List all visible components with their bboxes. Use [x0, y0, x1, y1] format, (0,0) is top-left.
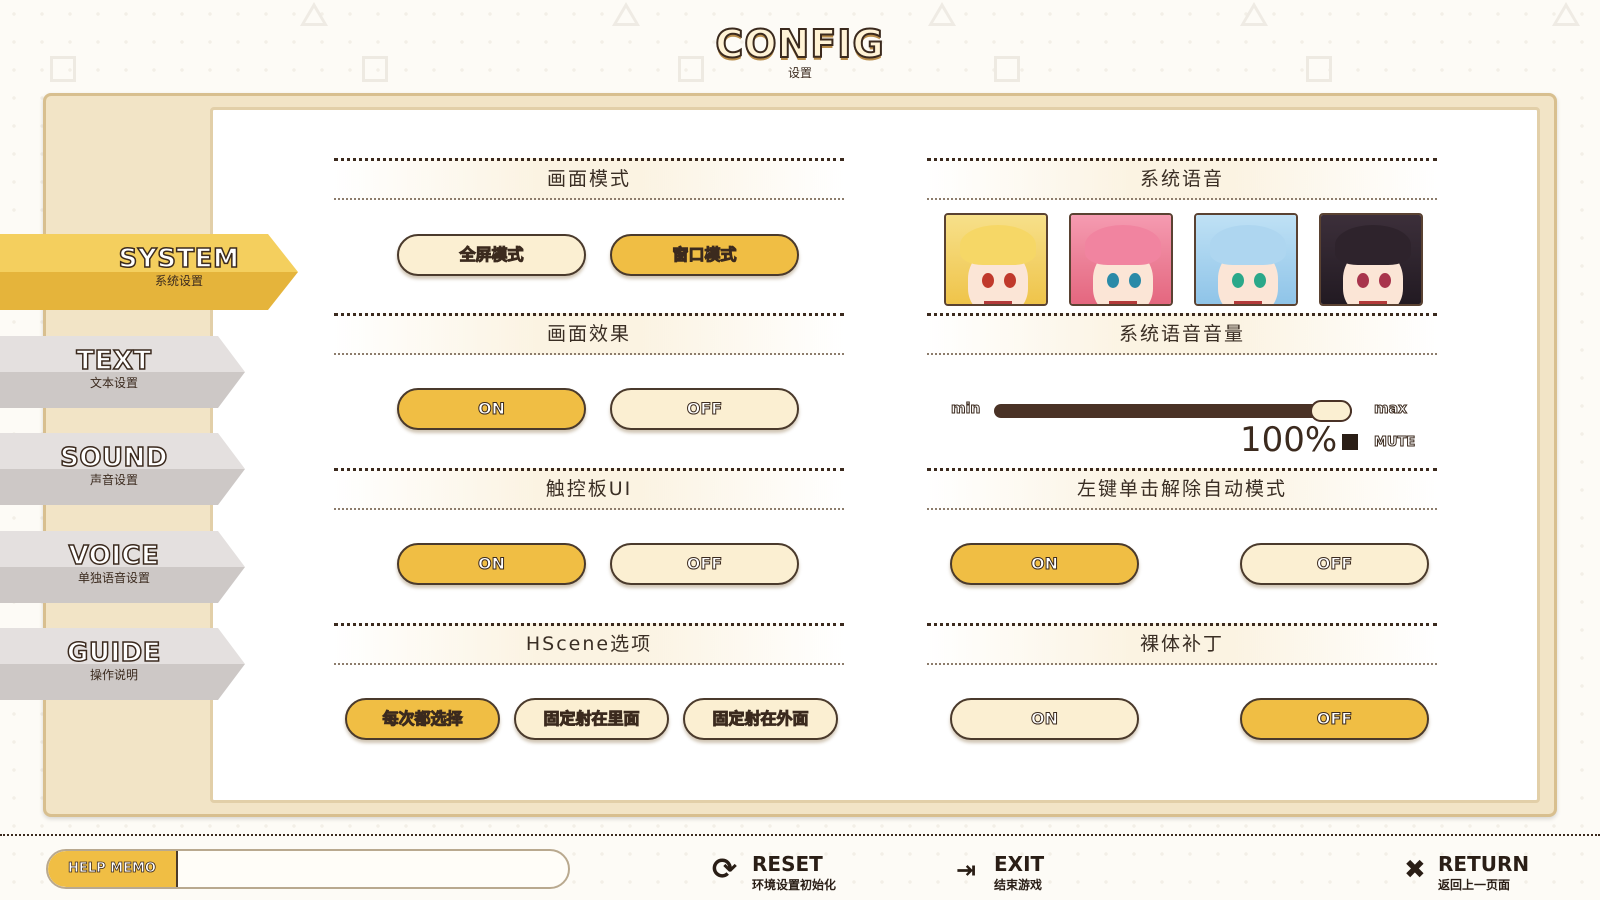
- help-memo-label: HELP MEMO: [48, 851, 178, 887]
- volume-min-label: min: [950, 401, 981, 418]
- hscene-fixed-outside-button[interactable]: 固定射在外面: [683, 698, 838, 740]
- voice-volume-slider[interactable]: [994, 404, 1352, 418]
- section-screen-effect: 画面效果: [334, 313, 844, 355]
- left-click-auto-off-button[interactable]: OFF: [1240, 543, 1429, 585]
- touchpad-ui-off-button[interactable]: OFF: [610, 543, 799, 585]
- hscene-always-choose-button[interactable]: 每次都选择: [345, 698, 500, 740]
- return-sublabel: 返回上一页面: [1438, 878, 1511, 892]
- page-subtitle: 设置: [787, 66, 812, 80]
- page-title: CONFIG: [714, 21, 885, 67]
- tab-sublabel: 单独语音设置: [77, 571, 150, 585]
- voice-volume-slider-handle[interactable]: [1310, 400, 1352, 422]
- page-header: CONFIG 设置: [0, 21, 1600, 81]
- tab-label: TEXT: [76, 345, 152, 377]
- tab-label: GUIDE: [66, 637, 161, 669]
- screen-effect-on-button[interactable]: ON: [397, 388, 586, 430]
- return-button[interactable]: ✖ RETURN 返回上一页面: [1404, 852, 1534, 892]
- mute-checkbox[interactable]: [1342, 434, 1358, 450]
- bottom-divider: [0, 834, 1600, 836]
- black-hair-character-portrait[interactable]: [1319, 213, 1423, 306]
- section-system-voice-volume: 系统语音音量: [927, 313, 1437, 355]
- section-nude-patch: 裸体补丁: [927, 623, 1437, 665]
- section-hscene-options: HScene选项: [334, 623, 844, 665]
- reset-icon: ⟳: [712, 852, 738, 887]
- volume-max-label: max: [1373, 401, 1408, 418]
- tab-sound[interactable]: SOUND 声音设置: [0, 433, 245, 505]
- reset-sublabel: 环境设置初始化: [752, 878, 837, 892]
- exit-sublabel: 结束游戏: [994, 878, 1043, 892]
- exit-label: EXIT: [994, 852, 1045, 876]
- section-touchpad-ui: 触控板UI: [334, 468, 844, 510]
- screen-effect-off-button[interactable]: OFF: [610, 388, 799, 430]
- tab-label: VOICE: [68, 540, 160, 572]
- blue-hair-character-portrait[interactable]: [1194, 213, 1298, 306]
- fullscreen-mode-button[interactable]: 全屏模式: [397, 234, 586, 276]
- section-system-voice: 系统语音: [927, 158, 1437, 200]
- reset-label: RESET: [752, 852, 823, 876]
- tab-label: SOUND: [59, 442, 168, 474]
- volume-percent: 100%: [1240, 420, 1338, 460]
- window-mode-button[interactable]: 窗口模式: [610, 234, 799, 276]
- mute-label: MUTE: [1373, 435, 1416, 451]
- hscene-fixed-inside-button[interactable]: 固定射在里面: [514, 698, 669, 740]
- return-label: RETURN: [1438, 852, 1530, 876]
- help-memo-box: HELP MEMO: [46, 849, 570, 889]
- tab-system[interactable]: SYSTEM 系统设置: [0, 234, 298, 310]
- tab-sublabel: 声音设置: [89, 473, 138, 487]
- pink-hair-character-portrait[interactable]: [1069, 213, 1173, 306]
- tab-sublabel: 文本设置: [89, 376, 138, 390]
- touchpad-ui-on-button[interactable]: ON: [397, 543, 586, 585]
- close-icon: ✖: [1404, 855, 1426, 885]
- exit-icon: ⇥: [956, 856, 977, 884]
- reset-button[interactable]: ⟳ RESET 环境设置初始化: [712, 852, 862, 892]
- blonde-character-portrait[interactable]: [944, 213, 1048, 306]
- nude-patch-off-button[interactable]: OFF: [1240, 698, 1429, 740]
- section-left-click-auto: 左键单击解除自动模式: [927, 468, 1437, 510]
- section-screen-mode: 画面模式: [334, 158, 844, 200]
- tab-sublabel: 操作说明: [89, 668, 138, 682]
- nude-patch-on-button[interactable]: ON: [950, 698, 1139, 740]
- left-click-auto-on-button[interactable]: ON: [950, 543, 1139, 585]
- exit-button[interactable]: ⇥ EXIT 结束游戏: [956, 852, 1066, 892]
- tab-guide[interactable]: GUIDE 操作说明: [0, 628, 245, 700]
- tab-text[interactable]: TEXT 文本设置: [0, 336, 245, 408]
- tab-voice[interactable]: VOICE 单独语音设置: [0, 531, 245, 603]
